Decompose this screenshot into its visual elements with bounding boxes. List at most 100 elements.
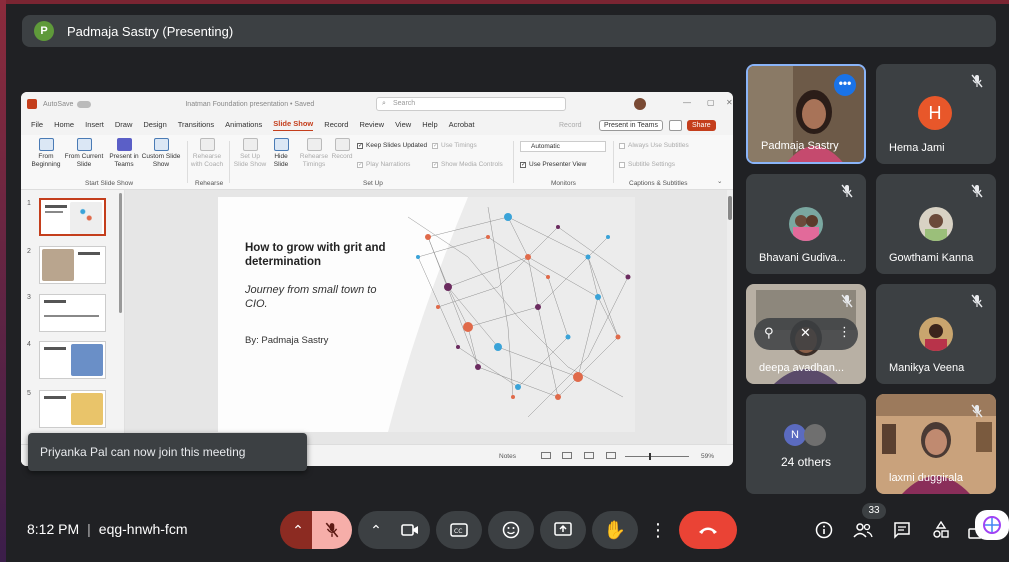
ppt-menu-draw[interactable]: Draw	[115, 120, 133, 131]
collapse-ribbon-icon[interactable]: ⌄	[717, 177, 722, 185]
zoom-level[interactable]: 59%	[701, 453, 714, 460]
activities-button[interactable]	[931, 520, 951, 540]
comments-icon[interactable]	[669, 120, 682, 131]
play-narrations-checkbox[interactable]: ✓ Play Narrations	[357, 161, 410, 168]
show-media-checkbox[interactable]: ✓ Show Media Controls	[432, 161, 503, 168]
companion-button[interactable]	[975, 510, 1009, 540]
raise-hand-button[interactable]: ✋	[592, 511, 638, 549]
captions-button[interactable]: CC	[436, 511, 482, 549]
participant-tile-hema[interactable]: H Hema Jami	[876, 64, 996, 164]
presenter-view-checkbox[interactable]: ✓ Use Presenter View	[520, 161, 586, 168]
present-teams-ribbon-button[interactable]: Present in Teams	[109, 138, 139, 169]
thumb-title-bar	[78, 252, 100, 255]
monitor-select[interactable]: Automatic	[520, 141, 606, 152]
ppt-menu-slide-show[interactable]: Slide Show	[273, 119, 314, 131]
participant-tile-deepa[interactable]: ⚲ ✕ ⋮ deepa avadhan...	[746, 284, 866, 384]
meeting-details-button[interactable]	[814, 520, 834, 540]
info-icon	[815, 521, 833, 539]
sorter-view-icon[interactable]	[562, 452, 572, 459]
setup-show-button[interactable]: Set Up Slide Show	[233, 138, 267, 169]
always-subtitles-checkbox[interactable]: Always Use Subtitles	[619, 142, 689, 149]
custom-show-button[interactable]: Custom Slide Show	[140, 138, 182, 169]
microphone-button[interactable]	[312, 511, 352, 549]
subtitle-settings-button[interactable]: Subtitle Settings	[619, 161, 675, 168]
participant-more-icon[interactable]: ⋮	[838, 324, 851, 340]
ppt-menu-record[interactable]: Record	[324, 120, 348, 131]
participant-avatar: H	[918, 96, 952, 130]
mic-options-button[interactable]: ⌃	[280, 511, 316, 549]
maximize-icon[interactable]: ▢	[707, 98, 715, 107]
current-slide[interactable]: How to grow with grit and determination …	[218, 197, 635, 432]
ppt-menu-home[interactable]: Home	[54, 120, 74, 131]
canvas-scroll-thumb[interactable]	[728, 196, 732, 220]
camera-options-button[interactable]: ⌃	[358, 511, 394, 549]
more-options-icon[interactable]: •••	[834, 74, 856, 96]
ppt-menu-animations[interactable]: Animations	[225, 120, 262, 131]
from-beginning-button[interactable]: From Beginning	[31, 138, 61, 169]
more-options-button[interactable]: ⋮	[644, 511, 672, 549]
slide-title: How to grow with grit and determination	[245, 242, 386, 268]
rehearse-timings-button[interactable]: Rehearse Timings	[297, 138, 331, 169]
present-screen-button[interactable]	[540, 511, 586, 549]
participant-tile-padmaja[interactable]: ••• Padmaja Sastry	[746, 64, 866, 164]
ppt-menu-help[interactable]: Help	[422, 120, 437, 131]
record-ribbon-button[interactable]: Record	[330, 138, 354, 161]
slideshow-start-icon	[38, 138, 54, 151]
camera-button[interactable]	[390, 511, 430, 549]
notes-button[interactable]: Notes	[499, 453, 516, 460]
slide-thumbnail[interactable]	[39, 294, 106, 332]
people-button[interactable]	[853, 520, 873, 540]
reactions-button[interactable]	[488, 511, 534, 549]
toast-message: Priyanka Pal can now join this meeting	[40, 445, 246, 459]
shared-screen: AutoSave Inatman Foundation presentation…	[21, 92, 733, 466]
share-button[interactable]: Share	[687, 120, 716, 131]
ppt-menu-transitions[interactable]: Transitions	[178, 120, 214, 131]
close-icon[interactable]: ✕	[726, 98, 733, 107]
use-timings-checkbox[interactable]: ✓ Use Timings	[432, 142, 477, 149]
timer-icon	[306, 138, 322, 151]
slide-thumbnail[interactable]	[39, 198, 106, 236]
zoom-slider-knob[interactable]	[649, 453, 651, 460]
leave-call-button[interactable]	[679, 511, 737, 549]
thumbnails-scrollbar[interactable]	[119, 193, 122, 313]
normal-view-icon[interactable]	[541, 452, 551, 459]
ppt-menu-view[interactable]: View	[395, 120, 411, 131]
reading-view-icon[interactable]	[584, 452, 594, 459]
ppt-menu-insert[interactable]: Insert	[85, 120, 104, 131]
rehearse-coach-button[interactable]: Rehearse with Coach	[189, 138, 225, 169]
mute-participant-icon[interactable]: ✕	[800, 325, 811, 341]
from-current-button[interactable]: From Current Slide	[64, 138, 104, 169]
ppt-menu-file[interactable]: File	[31, 120, 43, 131]
minimize-icon[interactable]: —	[683, 98, 691, 107]
participant-photo	[919, 207, 953, 241]
ppt-menu-design[interactable]: Design	[143, 120, 166, 131]
ppt-user-avatar[interactable]	[634, 98, 646, 110]
pin-icon[interactable]: ⚲	[764, 325, 774, 341]
slide-thumbnail[interactable]	[39, 341, 106, 379]
chat-button[interactable]	[892, 520, 912, 540]
meeting-info: 8:12 PM | eqg-hnwh-fcm	[27, 521, 187, 537]
others-tile[interactable]: N 24 others	[746, 394, 866, 494]
participant-tile-bhavani[interactable]: Bhavani Gudiva...	[746, 174, 866, 274]
slideshow-view-icon[interactable]	[606, 452, 616, 459]
hide-slide-button[interactable]: Hide Slide	[269, 138, 293, 169]
participant-tile-gowthami[interactable]: Gowthami Kanna	[876, 174, 996, 274]
ppt-search-input[interactable]: Search	[376, 97, 566, 111]
ribbon-separator	[229, 141, 230, 183]
chat-icon	[894, 522, 910, 539]
record-top-button[interactable]: Record	[559, 122, 582, 129]
participant-tile-manikya[interactable]: Manikya Veena	[876, 284, 996, 384]
keep-updated-checkbox[interactable]: ✓ Keep Slides Updated	[357, 142, 427, 149]
canvas-scrollbar[interactable]	[727, 190, 733, 444]
ppt-menu-review[interactable]: Review	[359, 120, 384, 131]
zoom-slider[interactable]	[625, 456, 689, 457]
participant-tile-laxmi[interactable]: laxmi duggirala	[876, 394, 996, 494]
teams-icon	[116, 138, 132, 151]
present-in-teams-button[interactable]: Present in Teams	[599, 120, 663, 131]
others-count-label: 24 others	[780, 455, 832, 469]
slide-thumbnail[interactable]	[39, 246, 106, 284]
ppt-menu-acrobat[interactable]: Acrobat	[449, 120, 475, 131]
autosave-toggle[interactable]	[77, 100, 92, 108]
mic-off-icon	[971, 404, 983, 418]
slide-thumbnail[interactable]	[39, 390, 106, 428]
